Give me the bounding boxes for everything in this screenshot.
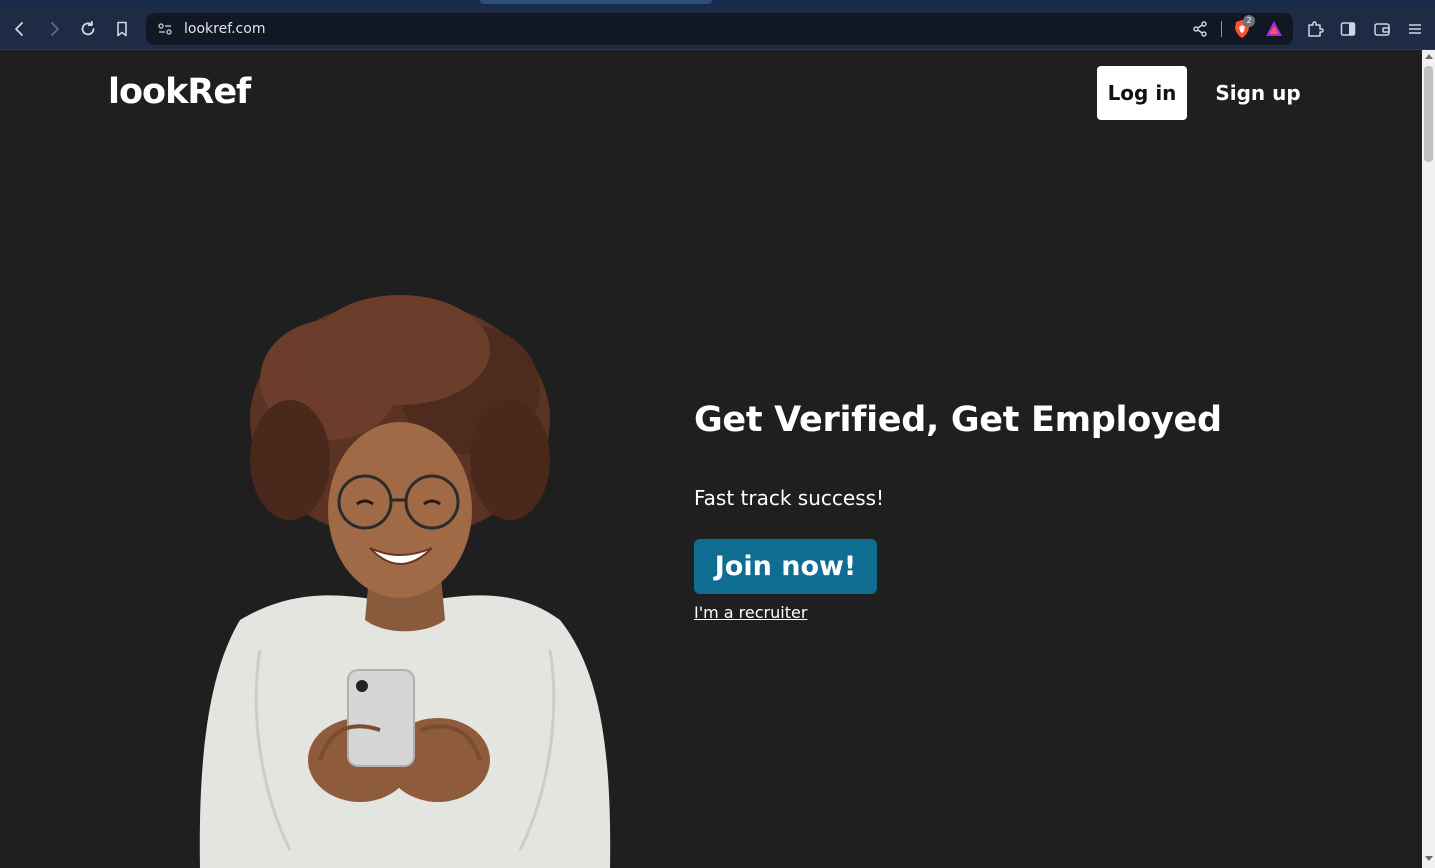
browser-toolbar: lookref.com 2	[0, 8, 1435, 50]
site-logo[interactable]: lookRef	[108, 72, 251, 112]
login-button[interactable]: Log in	[1097, 66, 1187, 120]
shields-count-badge: 2	[1243, 15, 1255, 27]
recruiter-link[interactable]: I'm a recruiter	[694, 603, 807, 622]
brave-rewards-icon[interactable]	[1264, 19, 1284, 39]
menu-icon[interactable]	[1402, 16, 1428, 42]
scroll-down-arrow-icon[interactable]	[1425, 856, 1433, 861]
hero-headline: Get Verified, Get Employed	[694, 400, 1222, 440]
site-info-icon[interactable]	[156, 20, 174, 38]
join-now-button[interactable]: Join now!	[694, 539, 877, 594]
scrollbar-thumb[interactable]	[1424, 66, 1433, 162]
active-tab-indicator[interactable]	[480, 0, 712, 4]
extensions-icon[interactable]	[1302, 16, 1328, 42]
forward-icon[interactable]	[41, 16, 67, 42]
address-bar[interactable]: lookref.com 2	[146, 13, 1293, 45]
sidebar-toggle-icon[interactable]	[1335, 16, 1361, 42]
address-bar-divider	[1221, 21, 1222, 37]
browser-tab-strip	[0, 0, 1435, 8]
bookmark-icon[interactable]	[109, 16, 135, 42]
hero-woman-with-phone-image	[199, 295, 611, 868]
share-icon[interactable]	[1191, 20, 1209, 38]
signup-button[interactable]: Sign up	[1207, 66, 1309, 120]
hero-subline: Fast track success!	[694, 486, 885, 510]
url-text[interactable]: lookref.com	[184, 21, 265, 37]
page-content: lookRef Log in Sign up Get Verified, Get…	[0, 50, 1422, 868]
page-scrollbar[interactable]	[1422, 50, 1435, 868]
reload-icon[interactable]	[75, 16, 101, 42]
scroll-up-arrow-icon[interactable]	[1425, 54, 1433, 59]
back-icon[interactable]	[7, 16, 33, 42]
wallet-icon[interactable]	[1369, 16, 1395, 42]
